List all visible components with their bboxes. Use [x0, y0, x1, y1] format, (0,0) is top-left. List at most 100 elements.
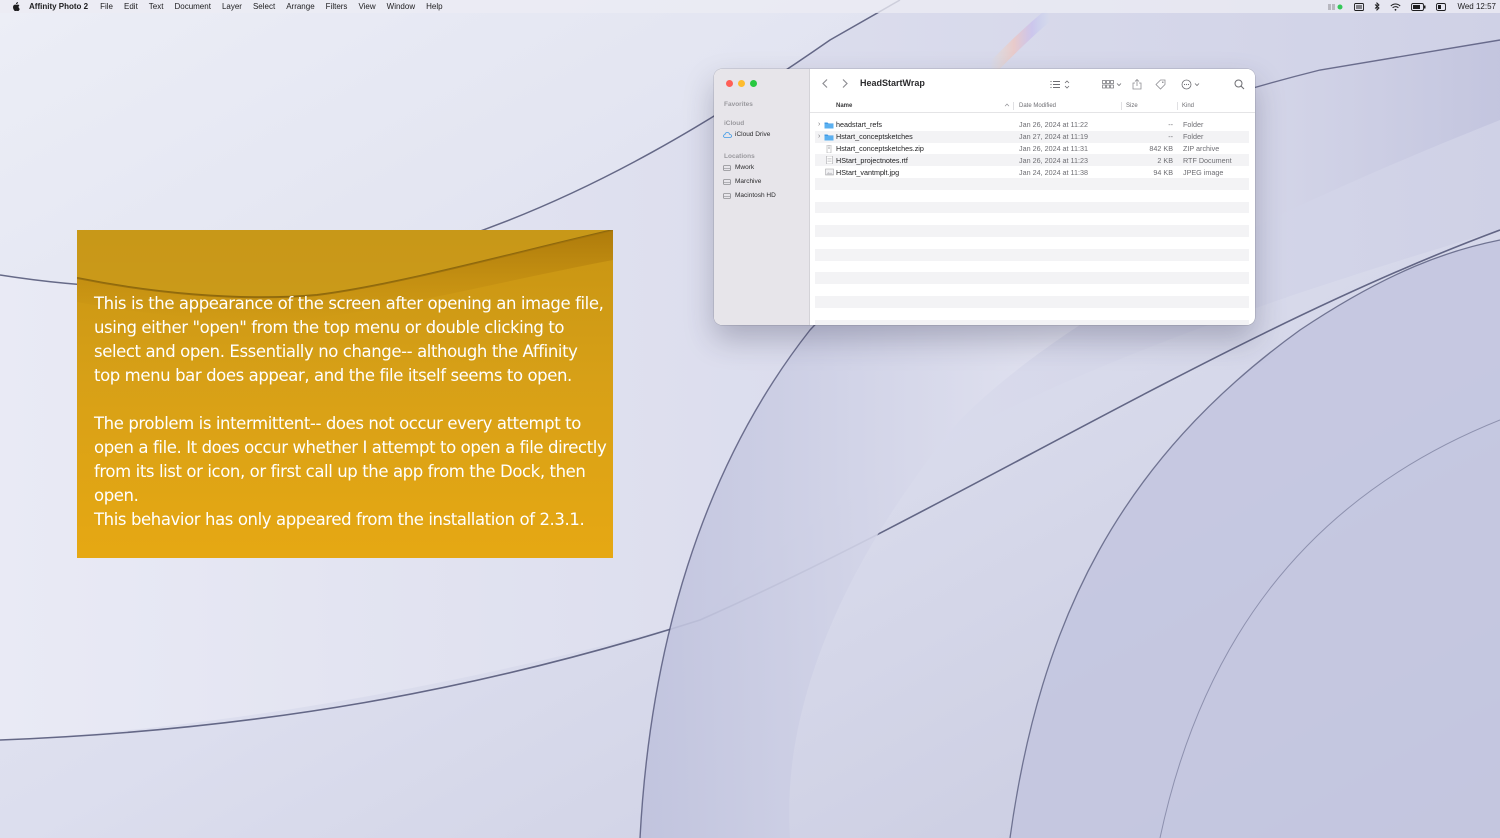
file-kind: Folder [1183, 120, 1204, 130]
sidebar-item-label: Macintosh HD [735, 192, 776, 199]
status-area: Wed 12:57 [1323, 0, 1500, 13]
empty-row [815, 237, 1249, 249]
menu-layer[interactable]: Layer [222, 2, 242, 11]
apple-menu-icon[interactable] [11, 2, 21, 12]
column-header: Name Date Modified Size Kind [810, 100, 1255, 113]
disclosure-triangle-icon[interactable]: › [818, 121, 820, 128]
sidebar-item-label: Mwork [735, 164, 755, 171]
keyboard-icon[interactable] [1354, 2, 1365, 11]
file-row-headstart-refs[interactable]: › headstart_refs Jan 26, 2024 at 11:22 -… [815, 119, 1249, 131]
sidebar-item-label: Marchive [735, 178, 762, 185]
menu-document[interactable]: Document [174, 2, 210, 11]
search-icon[interactable] [1234, 77, 1245, 91]
menu-select[interactable]: Select [253, 2, 275, 11]
menu-edit[interactable]: Edit [124, 2, 138, 11]
file-size: -- [1168, 132, 1173, 142]
menu-window[interactable]: Window [387, 2, 415, 11]
image-file-icon [825, 168, 834, 176]
folder-icon [824, 122, 834, 129]
column-kind[interactable]: Kind [1182, 103, 1194, 109]
tag-icon[interactable] [1155, 77, 1166, 91]
app-menu-name[interactable]: Affinity Photo 2 [29, 2, 88, 11]
folder-icon [824, 134, 834, 141]
drive-icon [723, 192, 732, 199]
file-date: Jan 26, 2024 at 11:31 [1019, 143, 1089, 153]
file-row-hstart-conceptsketches[interactable]: › Hstart_conceptsketches Jan 27, 2024 at… [815, 130, 1249, 143]
column-size[interactable]: Size [1126, 103, 1138, 109]
menu-file[interactable]: File [100, 2, 113, 11]
file-date: Jan 26, 2024 at 11:22 [1019, 120, 1089, 130]
sidebar-item-mwork[interactable]: Mwork [723, 164, 754, 171]
zoom-button[interactable] [750, 80, 757, 87]
window-title: HeadStartWrap [860, 78, 925, 88]
file-row-hstart-conceptsketches-zip[interactable]: Hstart_conceptsketches.zip Jan 26, 2024 … [815, 143, 1249, 155]
menu-filters[interactable]: Filters [326, 2, 348, 11]
file-size: 2 KB [1157, 155, 1173, 165]
menu-arrange[interactable]: Arrange [286, 2, 314, 11]
close-button[interactable] [726, 80, 733, 87]
column-separator[interactable] [1121, 102, 1122, 110]
menu-view[interactable]: View [358, 2, 375, 11]
menu-text[interactable]: Text [149, 2, 164, 11]
file-row-hstart-vantmplt-jpg[interactable]: HStart_vantmplt.jpg Jan 24, 2024 at 11:3… [815, 166, 1249, 178]
empty-row [815, 319, 1249, 325]
annotation-text: This is the appearance of the screen aft… [94, 292, 610, 556]
sidebar-item-icloud-drive[interactable]: iCloud Drive [723, 131, 770, 138]
empty-row [815, 261, 1249, 273]
minimize-button[interactable] [738, 80, 745, 87]
annotation-paragraph-1: This is the appearance of the screen aft… [94, 294, 604, 385]
file-name: HStart_projectnotes.rtf [836, 155, 908, 165]
drive-icon [723, 178, 732, 185]
sidebar-header-locations: Locations [724, 153, 755, 160]
list-view-icon[interactable] [1050, 77, 1072, 91]
file-size: 842 KB [1149, 143, 1173, 153]
battery-icon[interactable] [1411, 2, 1426, 11]
menu-bar: Affinity Photo 2 File Edit Text Document… [0, 0, 1500, 13]
file-date: Jan 24, 2024 at 11:38 [1019, 167, 1089, 177]
bluetooth-icon[interactable] [1374, 2, 1381, 11]
empty-row [815, 295, 1249, 308]
column-separator[interactable] [1177, 102, 1178, 110]
cloud-icon [723, 131, 732, 138]
finder-sidebar: Favorites iCloud iCloud Drive Locations … [714, 69, 810, 325]
empty-row [815, 213, 1249, 225]
empty-row [815, 225, 1249, 237]
column-date-modified[interactable]: Date Modified [1019, 103, 1056, 109]
file-name: Hstart_conceptsketches [836, 132, 913, 142]
sidebar-item-marchive[interactable]: Marchive [723, 178, 761, 185]
control-center-icon[interactable] [1436, 2, 1447, 11]
file-date: Jan 27, 2024 at 11:19 [1019, 132, 1089, 142]
menu-extras-icon[interactable] [1328, 3, 1344, 11]
annotation-paragraph-2: The problem is intermittent-- does not o… [94, 414, 607, 529]
empty-row [815, 272, 1249, 285]
empty-row [815, 248, 1249, 261]
more-actions-icon[interactable] [1181, 77, 1203, 91]
drive-icon [723, 164, 732, 171]
forward-button[interactable] [842, 79, 848, 91]
share-icon[interactable] [1132, 77, 1142, 91]
sidebar-header-favorites: Favorites [724, 101, 753, 108]
column-name[interactable]: Name [836, 103, 852, 109]
column-separator[interactable] [1013, 102, 1014, 110]
sidebar-item-macintosh-hd[interactable]: Macintosh HD [723, 192, 776, 199]
menu-help[interactable]: Help [426, 2, 442, 11]
empty-row [815, 177, 1249, 190]
file-row-hstart-projectnotes-rtf[interactable]: HStart_projectnotes.rtf Jan 26, 2024 at … [815, 154, 1249, 167]
file-size: -- [1168, 120, 1173, 130]
menu-clock[interactable]: Wed 12:57 [1457, 2, 1496, 11]
file-name: Hstart_conceptsketches.zip [836, 143, 924, 153]
file-date: Jan 26, 2024 at 11:23 [1019, 155, 1089, 165]
wifi-icon[interactable] [1390, 2, 1402, 11]
sidebar-item-label: iCloud Drive [735, 131, 771, 138]
file-kind: ZIP archive [1183, 143, 1220, 153]
back-button[interactable] [822, 79, 828, 91]
empty-row [815, 201, 1249, 214]
group-view-icon[interactable] [1102, 77, 1124, 91]
sidebar-header-icloud: iCloud [724, 120, 745, 127]
file-size: 94 KB [1153, 167, 1173, 177]
document-icon [826, 156, 833, 165]
file-name: headstart_refs [836, 120, 882, 130]
disclosure-triangle-icon[interactable]: › [818, 133, 820, 140]
sort-chevron-icon[interactable] [1004, 103, 1010, 109]
finder-window: Favorites iCloud iCloud Drive Locations … [714, 69, 1255, 325]
